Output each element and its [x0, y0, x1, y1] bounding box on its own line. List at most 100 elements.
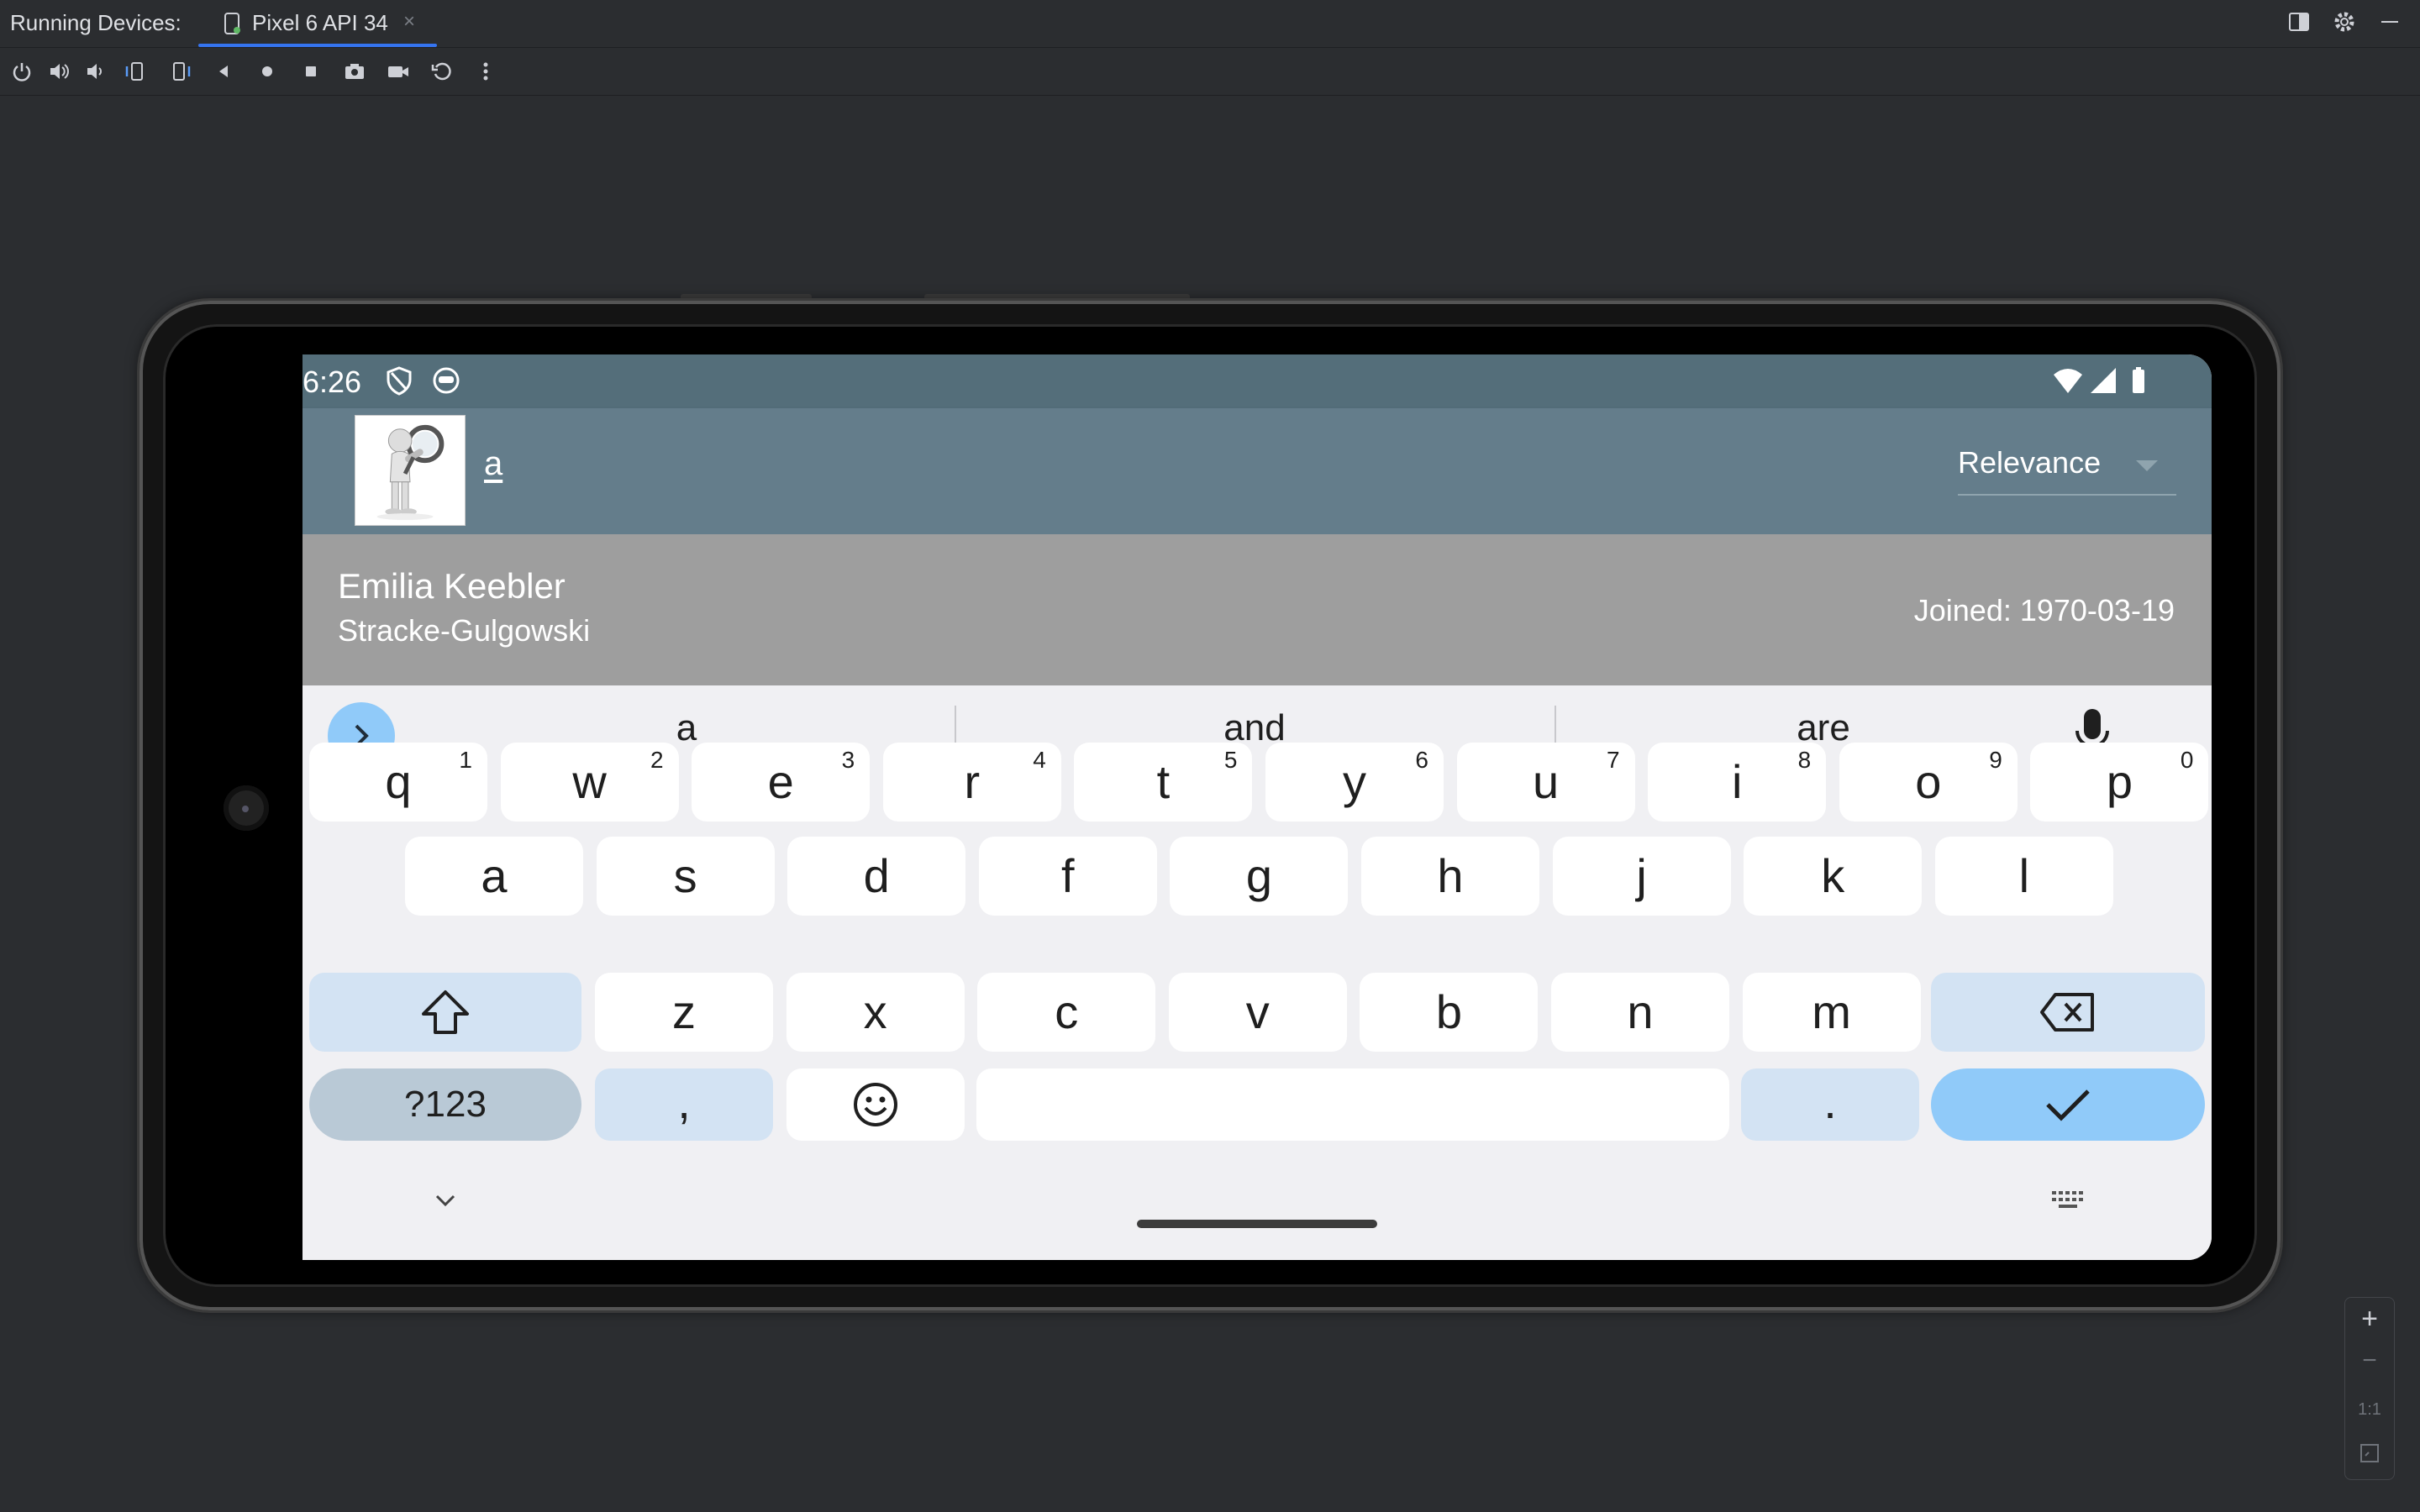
running-devices-tabbar: Running Devices: Pixel 6 API 34 ×	[0, 0, 2420, 48]
tab-title: Pixel 6 API 34	[252, 10, 388, 35]
app-logo-magnifier-figure	[355, 415, 466, 526]
key-z[interactable]: z	[595, 973, 773, 1052]
key-g[interactable]: g	[1170, 837, 1349, 916]
tab-pixel-6-api-34[interactable]: Pixel 6 API 34 ×	[198, 0, 437, 47]
tab-active-indicator	[198, 44, 437, 47]
home-icon[interactable]	[254, 58, 281, 85]
battery-icon	[2133, 367, 2144, 393]
done-key[interactable]	[1931, 1068, 2205, 1141]
key-l[interactable]: l	[1934, 837, 2113, 916]
space-key[interactable]	[976, 1068, 1729, 1141]
key-w[interactable]: w2	[500, 743, 679, 822]
zoom-controls: + − 1:1	[2344, 1297, 2395, 1480]
symbols-key[interactable]: ?123	[309, 1068, 581, 1141]
key-d[interactable]: d	[787, 837, 966, 916]
rotate-right-icon[interactable]	[166, 58, 193, 85]
overview-icon[interactable]	[297, 58, 324, 85]
emoji-icon	[854, 1083, 897, 1126]
emoji-key[interactable]	[786, 1068, 965, 1141]
key-hint: 1	[459, 747, 472, 773]
list-item[interactable]: Emilia Keebler Stracke-Gulgowski Joined:…	[302, 534, 2212, 685]
wifi-icon	[2054, 369, 2082, 393]
key-hint: 7	[1607, 747, 1620, 773]
chevron-down-icon	[2136, 460, 2158, 471]
key-k[interactable]: k	[1744, 837, 1923, 916]
gesture-home-bar[interactable]	[1137, 1220, 1377, 1228]
signal-icon	[2091, 368, 2116, 393]
power-side-button	[924, 294, 1190, 301]
key-label: o	[1915, 755, 1942, 808]
chevron-down-icon[interactable]	[429, 1189, 462, 1215]
status-time: 6:26	[302, 365, 362, 399]
person-company: Stracke-Gulgowski	[338, 613, 591, 648]
zoom-in-button[interactable]: +	[2345, 1303, 2394, 1336]
key-h[interactable]: h	[1361, 837, 1539, 916]
key-e[interactable]: e3	[692, 743, 871, 822]
key-n[interactable]: n	[1551, 973, 1729, 1052]
shift-key[interactable]	[309, 973, 581, 1052]
key-f[interactable]: f	[978, 837, 1157, 916]
key-label: i	[1731, 755, 1743, 808]
key-hint: 6	[1415, 747, 1428, 773]
key-hint: 5	[1223, 747, 1238, 773]
key-label: r	[964, 755, 981, 808]
back-icon[interactable]	[210, 58, 237, 85]
volume-button	[681, 294, 812, 301]
key-o[interactable]: o9	[1839, 743, 2018, 822]
volume-up-icon[interactable]	[45, 58, 72, 85]
key-label: y	[1343, 755, 1366, 808]
running-devices-label: Running Devices:	[10, 10, 182, 35]
key-hint: 4	[1033, 747, 1046, 773]
minimize-icon[interactable]	[2376, 8, 2403, 35]
device-icon	[224, 13, 240, 34]
key-v[interactable]: v	[1168, 973, 1347, 1052]
key-b[interactable]: b	[1360, 973, 1539, 1052]
actual-size-button[interactable]: 1:1	[2345, 1400, 2394, 1420]
checkmark-icon	[2046, 1089, 2090, 1121]
key-label: t	[1156, 755, 1171, 808]
key-u[interactable]: u7	[1456, 743, 1635, 822]
key-c[interactable]: c	[977, 973, 1156, 1052]
status-bar: 6:26	[302, 354, 2212, 408]
key-r[interactable]: r4	[882, 743, 1061, 822]
period-key[interactable]: .	[1741, 1068, 1919, 1141]
tab-close-icon[interactable]: ×	[403, 10, 415, 34]
keyboard-switch-icon[interactable]	[2050, 1188, 2087, 1216]
shield-icon	[387, 366, 412, 396]
sort-dropdown[interactable]: Relevance	[1958, 438, 2176, 496]
key-hint: 9	[1989, 747, 2002, 773]
backspace-key[interactable]	[1931, 973, 2205, 1052]
comma-key[interactable]: ,	[595, 1068, 773, 1141]
screen-record-icon[interactable]	[385, 58, 412, 85]
key-j[interactable]: j	[1552, 837, 1731, 916]
power-icon[interactable]	[8, 58, 35, 85]
layout-icon[interactable]	[2286, 8, 2312, 35]
soft-keyboard: a and are q1w2e3r4t5y6u7i8o9p0 asdfghjkl…	[302, 685, 2212, 1260]
key-hint: 8	[1797, 747, 1812, 773]
key-m[interactable]: m	[1742, 973, 1921, 1052]
settings-gear-icon[interactable]	[2331, 8, 2358, 35]
volume-down-icon[interactable]	[82, 58, 109, 85]
key-hint: 3	[841, 747, 855, 773]
sort-selected-value: Relevance	[1958, 445, 2102, 480]
reset-icon[interactable]	[429, 58, 455, 85]
key-i[interactable]: i8	[1648, 743, 1827, 822]
key-p[interactable]: p0	[2030, 743, 2209, 822]
search-input[interactable]: a	[484, 445, 502, 483]
key-s[interactable]: s	[596, 837, 775, 916]
app-bar: a Relevance	[302, 408, 2212, 534]
fit-screen-icon[interactable]	[2359, 1442, 2381, 1464]
screenshot-icon[interactable]	[341, 58, 368, 85]
key-label: w	[572, 755, 607, 808]
key-y[interactable]: y6	[1265, 743, 1444, 822]
more-options-icon[interactable]	[472, 58, 499, 85]
key-q[interactable]: q1	[309, 743, 487, 822]
zoom-out-button[interactable]: −	[2345, 1347, 2394, 1375]
key-t[interactable]: t5	[1074, 743, 1253, 822]
key-a[interactable]: a	[405, 837, 583, 916]
device-screen[interactable]: 6:26 a Relevance Emilia Keebler Stracke-…	[302, 354, 2212, 1260]
key-hint: 2	[650, 747, 664, 773]
rotate-left-icon[interactable]	[123, 58, 150, 85]
shift-icon	[422, 990, 469, 1034]
key-x[interactable]: x	[786, 973, 965, 1052]
